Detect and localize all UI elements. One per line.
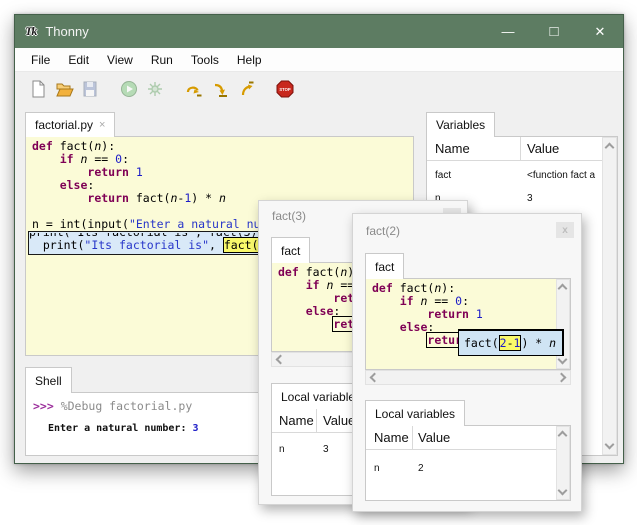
popup-fact2-h-scrollbar[interactable] <box>365 370 571 385</box>
save-icon <box>80 79 100 99</box>
active-statement-box: print("Its factorial is", fact(3)) print… <box>28 231 294 255</box>
column-separator[interactable] <box>316 409 317 433</box>
editor-tab-factorial[interactable]: factorial.py × <box>25 112 115 137</box>
locals-row-n-name[interactable]: n <box>374 463 408 474</box>
locals-row-n-name[interactable]: n <box>279 444 313 455</box>
menu-item-tools[interactable]: Tools <box>182 53 228 67</box>
svg-text:STOP: STOP <box>279 86 291 91</box>
locals-header-name[interactable]: Name <box>279 413 314 428</box>
popup-fact3-title: fact(3) <box>272 209 306 223</box>
window-title: Thonny <box>45 24 88 39</box>
variables-tab-label: Variables <box>436 118 485 132</box>
variables-header-name[interactable]: Name <box>435 141 470 156</box>
popup-fact2-code-editor[interactable]: def fact(n): if n == 0: return 1 else: r… <box>365 278 571 370</box>
step-out-button[interactable] <box>233 76 259 102</box>
debug-button[interactable] <box>142 76 168 102</box>
locals-row-n-value[interactable]: 2 <box>418 463 498 474</box>
popup-fact2-locals-table[interactable]: Name Value n 2 <box>365 425 571 501</box>
new-file-button[interactable] <box>25 76 51 102</box>
menu-item-edit[interactable]: Edit <box>59 53 98 67</box>
menubar: File Edit View Run Tools Help <box>15 48 623 72</box>
locals-table-header: Name Value <box>366 426 570 450</box>
step-out-icon <box>236 79 256 99</box>
run-icon <box>119 79 139 99</box>
editor-tab-label: factorial.py <box>35 118 93 132</box>
popup-fact2-code-tab[interactable]: fact <box>365 253 404 279</box>
menu-item-help[interactable]: Help <box>228 53 271 67</box>
step-over-icon <box>184 79 204 99</box>
variables-header-value[interactable]: Value <box>527 141 559 156</box>
scroll-left-icon[interactable] <box>276 355 286 365</box>
popup-fact2-close-button[interactable]: x <box>556 222 574 238</box>
column-separator[interactable] <box>412 426 413 450</box>
editor-tab-close-icon[interactable]: × <box>99 119 105 131</box>
debug-icon <box>145 79 165 99</box>
popup-fact2-code-tab-label: fact <box>375 260 394 274</box>
locals-header-name[interactable]: Name <box>374 430 409 445</box>
scroll-down-icon[interactable] <box>605 440 615 450</box>
window-controls: — □ ✕ <box>485 15 623 48</box>
variables-row-fact-name[interactable]: fact <box>435 170 515 181</box>
shell-io-text: Enter a natural number: <box>48 423 193 434</box>
shell-command: %Debug factorial.py <box>61 399 193 413</box>
step-into-button[interactable] <box>207 76 233 102</box>
column-separator[interactable] <box>520 137 521 161</box>
minimize-button[interactable]: — <box>485 15 531 48</box>
popup-fact3-code-tab[interactable]: fact <box>271 237 310 263</box>
toolbar: STOP <box>15 72 623 105</box>
popup-fact2-locals-scrollbar[interactable] <box>556 426 570 500</box>
menu-item-view[interactable]: View <box>98 53 142 67</box>
menu-item-run[interactable]: Run <box>142 53 182 67</box>
open-file-button[interactable] <box>51 76 77 102</box>
stop-icon: STOP <box>275 79 295 99</box>
scroll-up-icon[interactable] <box>558 431 568 441</box>
variables-scrollbar[interactable] <box>602 137 617 455</box>
save-button[interactable] <box>77 76 103 102</box>
scroll-up-icon[interactable] <box>558 284 568 294</box>
locals-header-value[interactable]: Value <box>418 430 450 445</box>
evaluation-box: fact(2-1) * n <box>458 329 564 356</box>
variables-tab[interactable]: Variables <box>426 112 495 137</box>
shell-io-input: 3 <box>193 423 199 434</box>
open-folder-icon <box>54 79 74 99</box>
menu-item-file[interactable]: File <box>22 53 59 67</box>
scroll-down-icon[interactable] <box>558 486 568 496</box>
popup-fact2[interactable]: fact(2) x fact def fact(n): if n == 0: r… <box>352 213 582 512</box>
popup-fact2-locals-tab[interactable]: Local variables <box>365 400 465 426</box>
popup-fact3-locals-tab-label: Local variables <box>281 390 361 404</box>
popup-fact2-title: fact(2) <box>366 224 400 238</box>
thonny-app-icon: Tk <box>25 24 36 39</box>
popup-fact2-locals-tab-label: Local variables <box>375 407 455 421</box>
shell-tab-label: Shell <box>35 374 62 388</box>
step-into-icon <box>210 79 230 99</box>
scroll-down-icon[interactable] <box>558 355 568 365</box>
locals-header-value[interactable]: Value <box>323 413 355 428</box>
step-over-button[interactable] <box>181 76 207 102</box>
titlebar[interactable]: Tk Thonny — □ ✕ <box>15 15 623 48</box>
new-file-icon <box>28 79 48 99</box>
stop-button[interactable]: STOP <box>272 76 298 102</box>
variables-row-fact-value[interactable]: <function fact a <box>527 170 603 181</box>
scroll-left-icon[interactable] <box>370 373 380 383</box>
scroll-up-icon[interactable] <box>605 143 615 153</box>
popup-fact3-code-tab-label: fact <box>281 244 300 258</box>
run-button[interactable] <box>116 76 142 102</box>
scroll-right-icon[interactable] <box>557 373 567 383</box>
evaluation-expression: fact(2-1) * n <box>464 337 562 350</box>
maximize-button[interactable]: □ <box>531 15 577 48</box>
shell-prompt: >>> <box>33 399 61 413</box>
variables-row-n-value[interactable]: 3 <box>527 193 603 204</box>
active-statement-line: print("Its factorial is", fact(3)) <box>29 239 293 252</box>
shell-tab[interactable]: Shell <box>25 367 72 393</box>
variables-table-header: Name Value <box>427 137 617 161</box>
close-button[interactable]: ✕ <box>577 15 623 48</box>
